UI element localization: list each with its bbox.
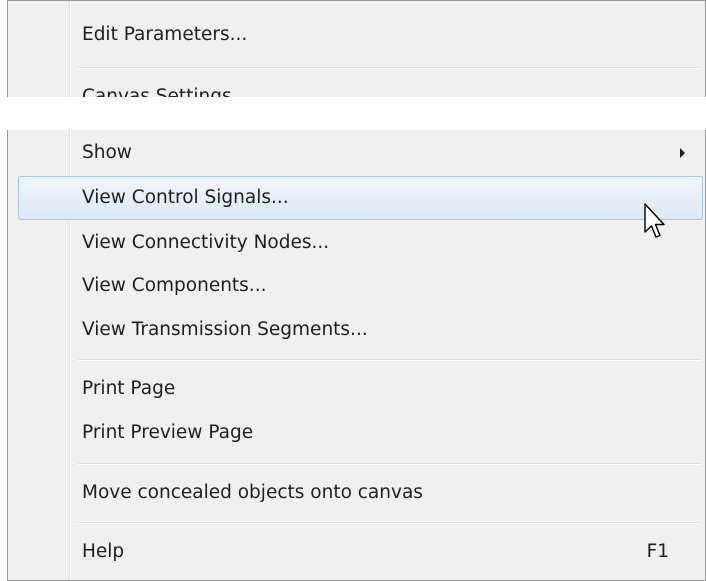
menu-item-canvas-settings[interactable]: Canvas Settings... — [18, 75, 703, 97]
screenshot-crop-gap — [0, 97, 706, 130]
context-menu-main-section: Show View Control Signals... View Connec… — [7, 130, 706, 581]
menu-item-label: Move concealed objects onto canvas — [82, 482, 423, 503]
menu-item-label: View Transmission Segments... — [82, 319, 368, 340]
menu-item-show[interactable]: Show — [18, 131, 703, 175]
menu-item-help[interactable]: Help F1 — [18, 530, 703, 574]
menu-item-edit-parameters[interactable]: Edit Parameters... — [18, 13, 703, 57]
context-menu-top-section: Edit Parameters... Canvas Settings... — [7, 0, 706, 97]
menu-item-label: View Components... — [82, 275, 267, 296]
menu-item-label: Canvas Settings... — [82, 86, 250, 97]
context-menu: Edit Parameters... Canvas Settings... Sh… — [0, 0, 706, 581]
menu-item-print-page[interactable]: Print Page — [18, 367, 703, 411]
menu-separator — [78, 463, 701, 465]
menu-item-label: Print Page — [82, 378, 176, 399]
menu-item-view-connectivity-nodes[interactable]: View Connectivity Nodes... — [18, 221, 703, 265]
menu-item-label: Print Preview Page — [82, 422, 254, 443]
menu-separator — [78, 67, 701, 69]
menu-separator — [78, 522, 701, 524]
chevron-right-icon — [680, 148, 685, 158]
menu-item-label: Show — [82, 142, 132, 163]
menu-item-view-transmission-segments[interactable]: View Transmission Segments... — [18, 308, 703, 352]
menu-item-shortcut: F1 — [646, 541, 669, 562]
menu-separator — [78, 359, 701, 361]
menu-item-view-control-signals[interactable]: View Control Signals... — [18, 176, 703, 220]
menu-item-label: View Connectivity Nodes... — [82, 232, 330, 253]
menu-item-move-concealed-objects[interactable]: Move concealed objects onto canvas — [18, 471, 703, 515]
menu-item-label: View Control Signals... — [82, 187, 289, 208]
menu-item-print-preview-page[interactable]: Print Preview Page — [18, 411, 703, 455]
mouse-pointer-icon — [644, 203, 665, 238]
menu-item-label: Help — [82, 541, 125, 562]
menu-item-view-components[interactable]: View Components... — [18, 264, 703, 308]
menu-item-label: Edit Parameters... — [82, 24, 248, 45]
